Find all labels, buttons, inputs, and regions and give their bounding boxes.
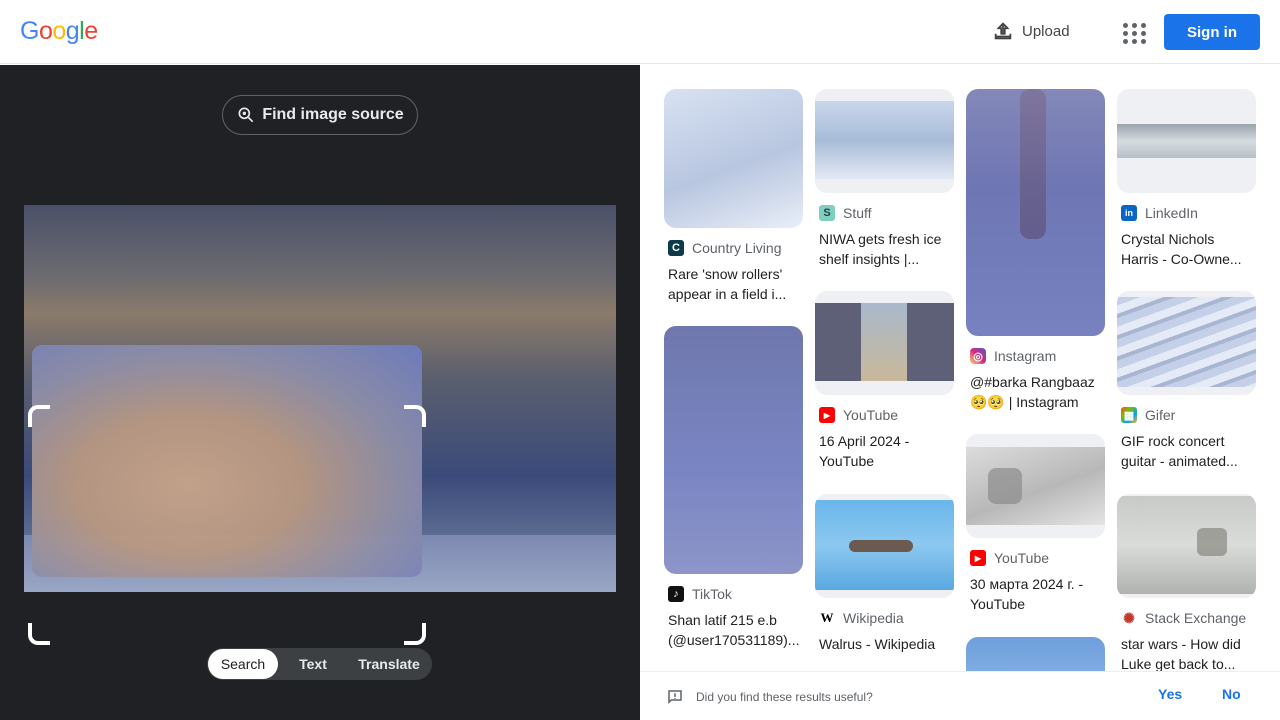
result-title[interactable]: @#barka Rangbaaz 🥺🥺 | Instagram [966, 372, 1101, 412]
query-image[interactable] [24, 205, 616, 592]
result-thumbnail[interactable] [664, 326, 803, 574]
result-card[interactable]: C Country Living Rare 'snow rollers' appe… [664, 89, 803, 304]
result-source: Wikipedia [843, 610, 904, 626]
result-thumbnail[interactable] [1117, 494, 1256, 598]
result-card[interactable]: ▶ YouTube 30 марта 2024 г. - YouTube [966, 434, 1105, 614]
result-source: Stack Exchange [1145, 610, 1247, 626]
feedback-no-button[interactable]: No [1222, 686, 1241, 702]
result-title[interactable]: Shan latif 215 e.b (@user170531189)... [664, 610, 799, 650]
mode-translate-tab[interactable]: Translate [348, 649, 430, 679]
apps-grid-icon[interactable] [1120, 20, 1146, 44]
result-title[interactable]: GIF rock concert guitar - animated... [1117, 431, 1252, 471]
header: Google Upload Sign in [0, 0, 1280, 64]
result-thumbnail[interactable] [815, 291, 954, 395]
stack-exchange-icon: ✺ [1121, 610, 1137, 626]
upload-label: Upload [1022, 22, 1070, 40]
result-card[interactable]: W Wikipedia Walrus - Wikipedia [815, 494, 954, 654]
result-card[interactable]: in LinkedIn Crystal Nichols Harris - Co-O… [1117, 89, 1256, 269]
gifer-icon: ▦ [1121, 407, 1137, 423]
result-card[interactable]: ▦ Gifer GIF rock concert guitar - animate… [1117, 291, 1256, 471]
feedback-icon [668, 690, 682, 705]
lens-search-icon [238, 107, 254, 123]
result-source: Gifer [1145, 407, 1176, 423]
result-title[interactable]: 16 April 2024 - YouTube [815, 431, 950, 471]
result-thumbnail[interactable] [664, 89, 803, 228]
feedback-yes-button[interactable]: Yes [1158, 686, 1182, 702]
feedback-bar: Did you find these results useful? Yes N… [640, 671, 1280, 720]
google-logo[interactable]: Google [20, 17, 98, 46]
result-thumbnail[interactable] [815, 494, 954, 598]
find-image-source-button[interactable]: Find image source [222, 95, 418, 135]
mode-text-tab[interactable]: Text [278, 649, 348, 679]
stuff-icon: S [819, 205, 835, 221]
find-image-source-label: Find image source [262, 106, 404, 123]
tiktok-icon: ♪ [668, 586, 684, 602]
result-title[interactable]: 30 марта 2024 г. - YouTube [966, 574, 1101, 614]
result-thumbnail[interactable] [1117, 89, 1256, 193]
result-card[interactable]: ✺ Stack Exchange star wars - How did Luke… [1117, 494, 1256, 674]
crop-handle-top-left[interactable] [28, 405, 50, 427]
crop-handle-top-right[interactable] [404, 405, 426, 427]
result-card[interactable]: S Stuff NIWA gets fresh ice shelf insight… [815, 89, 954, 269]
crop-handle-bottom-right[interactable] [404, 623, 426, 645]
sign-in-button[interactable]: Sign in [1164, 14, 1260, 50]
result-thumbnail[interactable] [1117, 291, 1256, 395]
result-thumbnail[interactable] [815, 89, 954, 193]
results-panel: C Country Living Rare 'snow rollers' appe… [640, 65, 1280, 720]
result-source: LinkedIn [1145, 205, 1198, 221]
youtube-icon: ▶ [819, 407, 835, 423]
wikipedia-icon: W [819, 610, 835, 626]
result-title[interactable]: Rare 'snow rollers' appear in a field i.… [664, 264, 799, 304]
result-card[interactable]: ▶ YouTube 16 April 2024 - YouTube [815, 291, 954, 471]
result-card[interactable]: ◎ Instagram @#barka Rangbaaz 🥺🥺 | Instagr… [966, 89, 1105, 412]
result-thumbnail[interactable] [966, 434, 1105, 538]
image-preview-panel: Find image source Search Text Translate [0, 65, 640, 720]
feedback-question: Did you find these results useful? [696, 690, 873, 704]
result-source: YouTube [994, 550, 1050, 566]
result-title[interactable]: star wars - How did Luke get back to... [1117, 634, 1252, 674]
result-title[interactable]: Crystal Nichols Harris - Co-Owne... [1117, 229, 1252, 269]
result-source: TikTok [692, 586, 732, 602]
result-source: YouTube [843, 407, 899, 423]
crop-handle-bottom-left[interactable] [28, 623, 50, 645]
upload-icon [994, 22, 1012, 40]
result-title[interactable]: NIWA gets fresh ice shelf insights |... [815, 229, 950, 269]
mode-switcher: Search Text Translate [207, 648, 432, 680]
country-living-icon: C [668, 240, 684, 256]
instagram-icon: ◎ [970, 348, 986, 364]
result-source: Country Living [692, 240, 782, 256]
selected-region [32, 345, 422, 577]
mode-search-tab[interactable]: Search [208, 649, 278, 679]
result-card[interactable]: ♪ TikTok Shan latif 215 e.b (@user1705311… [664, 326, 803, 650]
upload-button[interactable]: Upload [992, 20, 1070, 42]
linkedin-icon: in [1121, 205, 1137, 221]
result-title[interactable]: Walrus - Wikipedia [815, 634, 950, 654]
result-thumbnail[interactable] [966, 89, 1105, 336]
result-source: Instagram [994, 348, 1057, 364]
youtube-icon: ▶ [970, 550, 986, 566]
result-source: Stuff [843, 205, 872, 221]
